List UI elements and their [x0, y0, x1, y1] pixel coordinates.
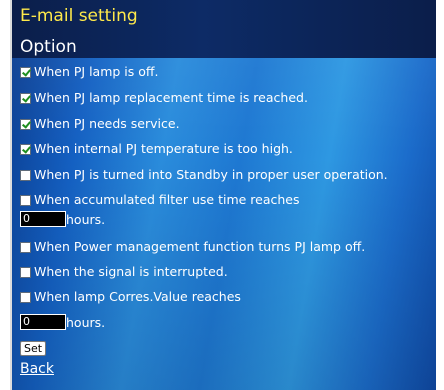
checkbox-needs-service[interactable]	[20, 118, 31, 130]
checkbox-standby[interactable]	[20, 169, 31, 181]
page-title: E-mail setting	[20, 6, 138, 26]
option-label: When PJ lamp is off.	[34, 64, 159, 79]
option-label: When Power management function turns PJ …	[34, 239, 366, 254]
option-label: When PJ is turned into Standby in proper…	[34, 167, 388, 182]
option-label: When PJ needs service.	[34, 116, 180, 131]
back-link[interactable]: Back	[20, 361, 54, 377]
section-title: Option	[20, 37, 77, 57]
option-power-management[interactable]: When Power management function turns PJ …	[20, 239, 365, 255]
option-label: When the signal is interrupted.	[34, 264, 228, 279]
option-needs-service[interactable]: When PJ needs service.	[20, 116, 180, 132]
option-signal-interrupted[interactable]: When the signal is interrupted.	[20, 264, 228, 280]
header-bar: E-mail setting Option	[12, 0, 436, 58]
option-label: When PJ lamp replacement time is reached…	[34, 90, 308, 105]
option-lamp-corres[interactable]: When lamp Corres.Value reaches	[20, 289, 241, 305]
lamp-hours-input[interactable]: 0	[20, 314, 66, 330]
checkbox-lamp-off[interactable]	[20, 66, 31, 78]
option-lamp-off[interactable]: When PJ lamp is off.	[20, 64, 158, 80]
option-label: When internal PJ temperature is too high…	[34, 141, 293, 156]
checkbox-lamp-replacement[interactable]	[20, 92, 31, 104]
checkbox-temperature-high[interactable]	[20, 143, 31, 155]
filter-hours-row: 0 hours.	[20, 211, 105, 227]
option-label: When lamp Corres.Value reaches	[34, 289, 241, 304]
checkbox-filter-time[interactable]	[20, 194, 31, 206]
lamp-hours-row: 0 hours.	[20, 314, 105, 330]
option-filter-time[interactable]: When accumulated filter use time reaches	[20, 192, 300, 208]
set-button[interactable]: Set	[20, 341, 47, 356]
filter-hours-input[interactable]: 0	[20, 211, 66, 227]
checkbox-power-management[interactable]	[20, 241, 31, 253]
option-label: When accumulated filter use time reaches	[34, 192, 300, 207]
filter-hours-unit: hours.	[66, 211, 106, 227]
lamp-hours-unit: hours.	[66, 314, 106, 330]
checkbox-signal-interrupted[interactable]	[20, 266, 31, 278]
option-temperature-high[interactable]: When internal PJ temperature is too high…	[20, 141, 293, 157]
checkbox-lamp-corres[interactable]	[20, 291, 31, 303]
option-standby[interactable]: When PJ is turned into Standby in proper…	[20, 167, 388, 183]
option-lamp-replacement[interactable]: When PJ lamp replacement time is reached…	[20, 90, 308, 106]
email-setting-panel: E-mail setting Option When PJ lamp is of…	[10, 0, 436, 390]
